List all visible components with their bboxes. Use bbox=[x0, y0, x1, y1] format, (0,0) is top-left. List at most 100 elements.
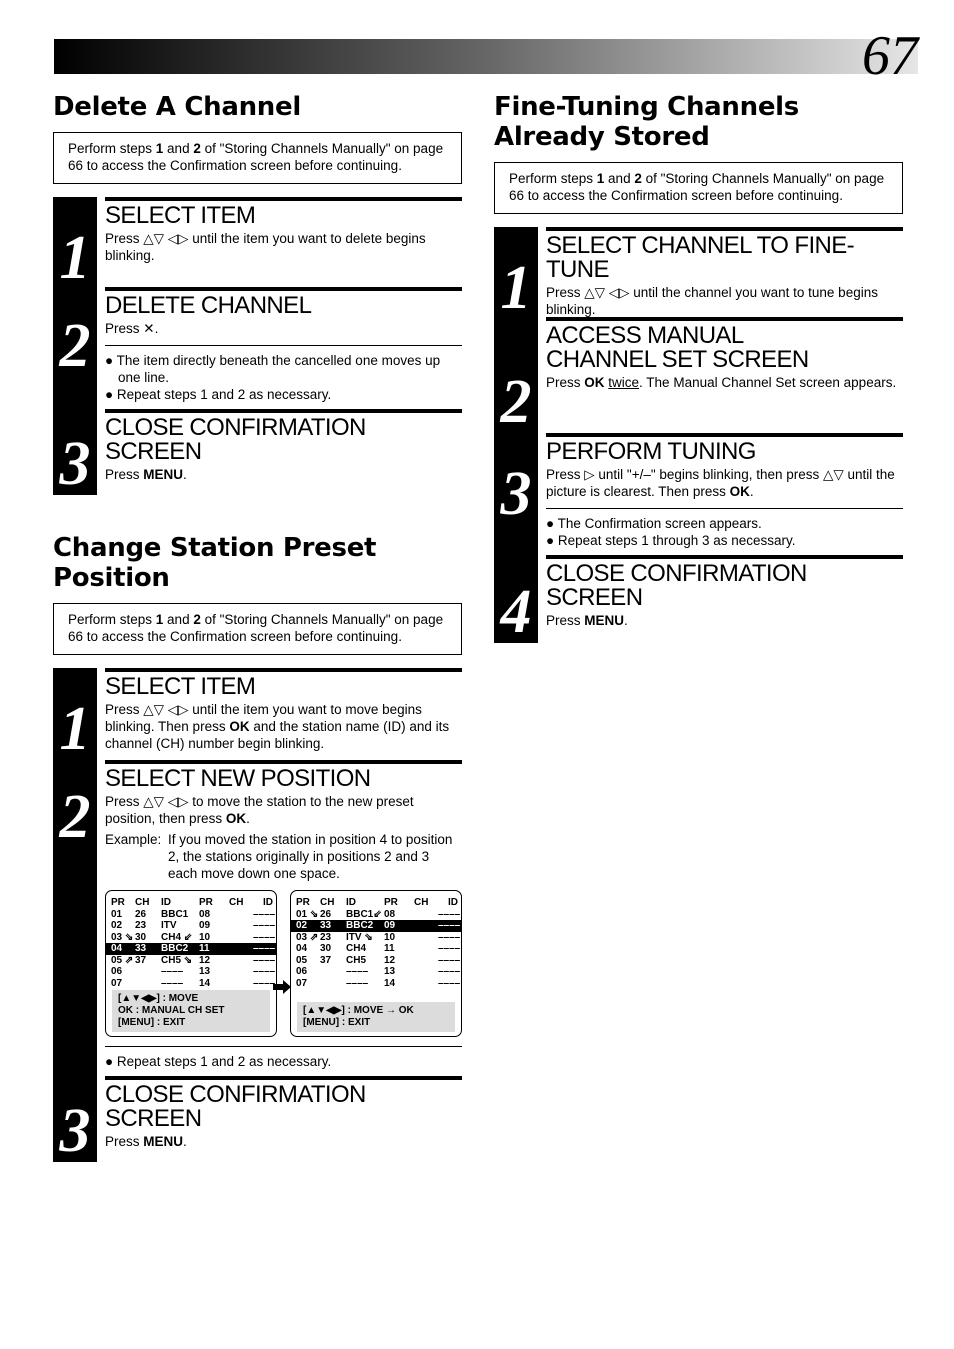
step-text: Press △▽ ◁▷ until the item you want to d… bbox=[105, 231, 426, 263]
step-number: 2 bbox=[59, 312, 91, 380]
screen-diagrams: PR CH ID PR CH ID 01 26 BBC1 08 –––– 02 23 ITV 09 –––– 0… bbox=[105, 890, 462, 1040]
footer-line: [▲▼◀▶] : MOVE → OK bbox=[303, 1005, 414, 1016]
prerequisite-note: Perform steps 1 and 2 of "Storing Channe… bbox=[53, 603, 462, 655]
footer-line: OK : MANUAL CH SET bbox=[118, 1005, 225, 1016]
step-text: Press MENU. bbox=[105, 1134, 187, 1149]
channel-cell bbox=[414, 932, 438, 944]
channel-cell: –––– bbox=[438, 966, 461, 977]
example-label: Example: bbox=[105, 832, 162, 847]
step-number: 3 bbox=[59, 430, 91, 498]
channel-cell: –––– bbox=[253, 943, 276, 954]
channel-cell: 33 bbox=[135, 943, 147, 954]
channel-cell: 07 bbox=[296, 977, 308, 989]
channel-cell: –––– bbox=[438, 943, 461, 954]
step-heading: SELECT ITEM bbox=[105, 673, 256, 700]
channel-cell: –––– bbox=[346, 977, 369, 989]
note-text: Perform steps bbox=[68, 141, 156, 156]
step-number: 1 bbox=[59, 224, 91, 292]
screen-footer: [▲▼◀▶] : MOVE OK : MANUAL CH SET [MENU] : … bbox=[112, 990, 270, 1032]
channel-cell: 04 bbox=[296, 943, 308, 954]
channel-cell: CH4 ⇙ bbox=[161, 931, 193, 943]
channel-cell: –––– bbox=[438, 931, 461, 943]
channel-cell: 10 bbox=[199, 931, 211, 943]
channel-cell: 09 bbox=[199, 920, 211, 931]
channel-cell bbox=[229, 932, 253, 944]
channel-cell: –––– bbox=[253, 977, 276, 989]
step-1: SELECT ITEM Press △▽ ◁▷ until the item y… bbox=[105, 668, 462, 760]
arrow-right-icon bbox=[273, 980, 291, 994]
channel-cell: 13 bbox=[384, 966, 396, 977]
step-heading: DELETE CHANNEL bbox=[105, 292, 312, 319]
delete-channel-section: Delete A Channel Perform steps 1 and 2 o… bbox=[53, 92, 462, 495]
step-heading: SELECT NEW POSITION bbox=[105, 765, 371, 792]
channel-cell: 04 bbox=[111, 943, 123, 954]
channel-cell: BBC2 bbox=[346, 920, 374, 931]
channel-row-selected: 02 33 BBC2 09 –––– bbox=[291, 920, 461, 932]
channel-cell: 30 bbox=[320, 943, 332, 954]
screen-before: PR CH ID PR CH ID 01 26 BBC1 08 –––– 02 23 ITV 09 –––– 0… bbox=[105, 890, 277, 1037]
channel-cell: 30 bbox=[135, 931, 147, 943]
step-number: 3 bbox=[500, 460, 532, 528]
channel-cell bbox=[320, 978, 346, 990]
change-preset-section: Change Station Preset Position Perform st… bbox=[53, 533, 462, 1162]
channel-cell: 11 bbox=[384, 943, 395, 954]
channel-cell: CH4 bbox=[346, 943, 367, 954]
step-1: SELECT ITEM Press △▽ ◁▷ until the item y… bbox=[105, 197, 462, 287]
bullet-item: ● Repeat steps 1 and 2 as necessary. bbox=[105, 387, 332, 402]
note-step-ref: 2 bbox=[193, 141, 201, 156]
step-text: Press △▽ ◁▷ until the item you want to m… bbox=[105, 702, 450, 751]
channel-cell: 07 bbox=[111, 977, 123, 989]
column-header: CH bbox=[320, 897, 335, 908]
step-3: CLOSE CONFIRMATION SCREEN Press MENU. bbox=[105, 1076, 462, 1150]
bullet-list: ● The item directly beneath the cancelle… bbox=[105, 345, 462, 407]
step-heading: ACCESS MANUAL CHANNEL SET SCREEN bbox=[546, 322, 809, 373]
step-text: Press ▷ until "+/–" begins blinking, the… bbox=[546, 467, 895, 499]
column-header: PR bbox=[111, 897, 125, 908]
footer-line: [MENU] : EXIT bbox=[118, 1017, 186, 1028]
channel-cell bbox=[414, 909, 438, 921]
column-header: ID bbox=[161, 897, 171, 908]
right-column: Fine-Tuning Channels Already Stored Perfo… bbox=[494, 92, 903, 643]
column-header: PR bbox=[384, 897, 398, 908]
screen-header-row: PR CH ID PR CH ID bbox=[291, 897, 461, 909]
column-header: ID bbox=[448, 897, 458, 908]
bullet-item: ● The item directly beneath the cancelle… bbox=[105, 353, 441, 385]
channel-cell: 02 bbox=[111, 920, 123, 931]
channel-cell: –––– bbox=[438, 920, 461, 931]
channel-row: 06 –––– 13 –––– bbox=[106, 966, 276, 978]
channel-cell: 02 bbox=[296, 920, 308, 931]
channel-cell: CH5 ⇘ bbox=[161, 954, 193, 966]
channel-cell: 10 bbox=[384, 931, 396, 943]
channel-row: 03 ⇗ 23 ITV ⇘ 10 –––– bbox=[291, 932, 461, 944]
channel-cell: 23 bbox=[135, 920, 147, 931]
channel-cell bbox=[414, 955, 438, 967]
step-text: Press OK twice. The Manual Channel Set s… bbox=[546, 375, 897, 390]
column-header: CH bbox=[414, 897, 429, 908]
channel-cell bbox=[229, 920, 253, 932]
channel-cell: 05 ⇗ bbox=[111, 954, 134, 966]
step-number-column: 1 2 3 4 bbox=[494, 227, 538, 643]
channel-cell: –––– bbox=[253, 966, 276, 977]
prerequisite-note: Perform steps 1 and 2 of "Storing Channe… bbox=[53, 132, 462, 184]
step-2: DELETE CHANNEL Press ✕. ● The item direc… bbox=[105, 287, 462, 407]
step-number: 1 bbox=[500, 254, 532, 322]
step-list: 1 2 3 SELECT ITEM Press △▽ ◁▷ until the … bbox=[53, 668, 462, 1162]
bullet-list: ● The Confirmation screen appears. ● Rep… bbox=[546, 508, 903, 553]
channel-cell: –––– bbox=[253, 954, 276, 966]
channel-cell: 03 ⇗ bbox=[296, 931, 319, 943]
step-list: 1 2 3 4 SELECT CHANNEL TO FINE-TUNE Pres… bbox=[494, 227, 903, 643]
step-text: Press ✕. bbox=[105, 321, 159, 336]
page-header-bar bbox=[54, 39, 918, 74]
step-3: CLOSE CONFIRMATION SCREEN Press MENU. bbox=[105, 409, 462, 483]
channel-row: 04 30 CH4 11 –––– bbox=[291, 943, 461, 955]
channel-cell: 37 bbox=[135, 954, 147, 966]
channel-cell: 09 bbox=[384, 920, 396, 931]
channel-row: 05 37 CH5 12 –––– bbox=[291, 955, 461, 967]
channel-cell: 06 bbox=[111, 966, 123, 977]
bullet-list: ● Repeat steps 1 and 2 as necessary. bbox=[105, 1046, 462, 1074]
channel-cell: 23 bbox=[320, 931, 332, 943]
channel-cell: 26 bbox=[320, 908, 332, 920]
channel-row: 01 26 BBC1 08 –––– bbox=[106, 909, 276, 921]
channel-cell: ITV ⇘ bbox=[346, 931, 373, 943]
step-heading: CLOSE CONFIRMATION SCREEN bbox=[105, 1081, 366, 1132]
